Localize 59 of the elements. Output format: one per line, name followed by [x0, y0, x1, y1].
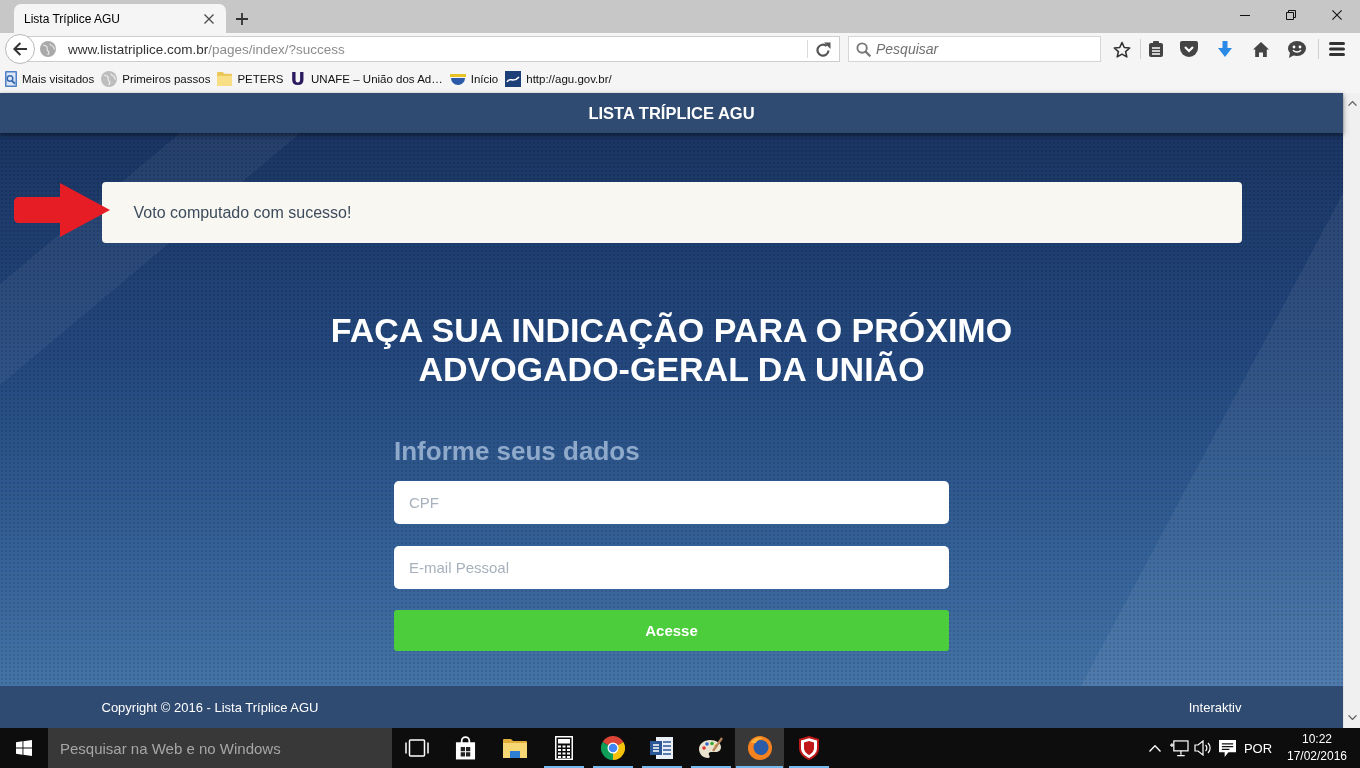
ring-logo-icon [747, 736, 772, 760]
minimize-icon[interactable] [1240, 14, 1250, 16]
clock[interactable]: 10:22 17/02/2016 [1279, 728, 1355, 768]
scrollbar[interactable] [1343, 93, 1360, 728]
close-icon[interactable] [1332, 10, 1342, 20]
home-icon[interactable] [1253, 41, 1269, 57]
browser-tab[interactable]: Lista Tríplice AGU [14, 4, 226, 33]
emblem-icon [449, 73, 466, 85]
url-text: www.listatriplice.com.br/pages/index/?success [68, 41, 345, 57]
notification-icon[interactable] [1218, 739, 1236, 757]
folder-icon [217, 72, 233, 86]
clipboard-icon[interactable] [1148, 41, 1164, 57]
pouch-icon[interactable] [1180, 41, 1198, 57]
input-field[interactable]: E-mail Pessoal [394, 546, 949, 589]
calculator-icon [554, 736, 573, 760]
bookmark-item[interactable]: http://agu.gov.br/ [502, 68, 615, 90]
speaker-icon[interactable] [1194, 740, 1212, 756]
document-icon [650, 736, 673, 760]
arrow-icon [13, 183, 110, 237]
form-title: Informe seus dados [394, 435, 640, 468]
download-icon[interactable] [1218, 41, 1232, 57]
back-button[interactable] [5, 34, 35, 64]
copyright-text: Copyright © 2016 - Lista Tríplice AGU [101, 699, 319, 715]
globe-icon [40, 41, 56, 57]
bookmark-item[interactable]: Primeiros passos [98, 68, 214, 90]
four-panes-icon[interactable] [16, 740, 32, 756]
close-icon[interactable] [204, 13, 214, 24]
search-field[interactable]: Pesquisar [848, 36, 1101, 62]
page-heading: FAÇA SUA INDICAÇÃO PARA O PRÓXIMO ADVOGADO-GERAL DA UNIÃO [329, 311, 1014, 389]
success-alert: Voto computado com sucesso! [101, 182, 1242, 243]
caret-down-icon[interactable] [1347, 715, 1357, 720]
menu-icon[interactable] [1329, 42, 1345, 56]
folder-icon [502, 738, 527, 758]
square-logo-icon [505, 71, 522, 87]
star-icon[interactable] [1113, 40, 1131, 58]
letter-icon: U [290, 70, 306, 88]
task-view-icon [404, 739, 429, 757]
plus-icon[interactable] [236, 12, 248, 25]
shopping-bag-icon [455, 736, 476, 760]
smiley-bubble-icon[interactable] [1288, 40, 1306, 58]
back-icon [12, 41, 28, 57]
bookmark-item[interactable]: PETERS [214, 68, 287, 90]
restore-icon[interactable] [1286, 10, 1296, 20]
search-icon [856, 42, 871, 57]
reload-icon[interactable] [816, 41, 831, 57]
circular-logo-icon [600, 736, 625, 760]
palette-icon [698, 737, 723, 759]
network-icon[interactable] [1169, 739, 1189, 757]
shield-icon [798, 736, 819, 760]
document-search-icon [5, 71, 17, 87]
input-field[interactable]: CPF [394, 481, 949, 524]
language-indicator[interactable]: POR [1240, 728, 1276, 768]
site-title: LISTA TRÍPLICE AGU [588, 103, 755, 123]
credit-link[interactable]: Interaktiv [1188, 699, 1242, 715]
bookmark-item[interactable]: Início [446, 68, 502, 90]
bookmark-item[interactable]: U UNAFE – União dos Ad… [287, 68, 446, 90]
globe-icon [101, 71, 118, 87]
bookmark-item[interactable]: Mais visitados [2, 68, 98, 90]
search-field[interactable]: Pesquisar na Web e no Windows [48, 728, 392, 768]
